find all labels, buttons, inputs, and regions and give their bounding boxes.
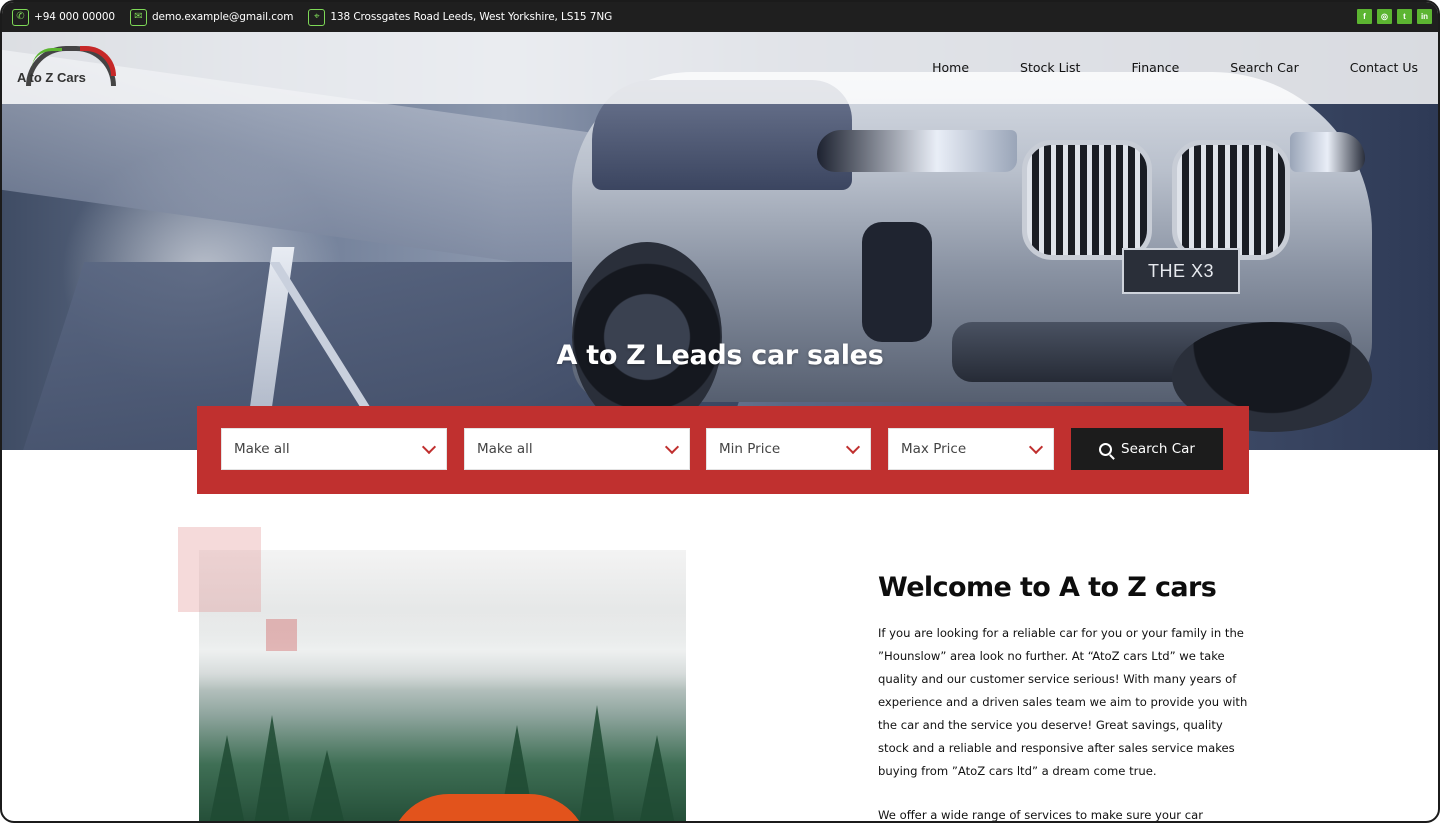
car-search-panel: Make all Make all Min Price Max Price Se… bbox=[197, 406, 1249, 494]
car-headlight bbox=[817, 130, 1017, 172]
decorative-square bbox=[178, 527, 261, 612]
min-price-value: Min Price bbox=[719, 441, 781, 457]
phone-icon: ✆ bbox=[12, 8, 29, 26]
search-icon bbox=[1099, 442, 1113, 456]
nav-contact-us[interactable]: Contact Us bbox=[1350, 60, 1418, 75]
facebook-icon[interactable]: f bbox=[1357, 9, 1372, 24]
tree bbox=[309, 750, 345, 821]
max-price-value: Max Price bbox=[901, 441, 967, 457]
address-contact: ⌖ 138 Crossgates Road Leeds, West Yorksh… bbox=[308, 8, 613, 26]
linkedin-icon[interactable]: in bbox=[1417, 9, 1432, 24]
browser-frame: ✆ +94 000 00000 ✉ demo.example@gmail.com… bbox=[0, 0, 1440, 823]
model-select-value: Make all bbox=[477, 441, 533, 457]
tree bbox=[254, 715, 290, 821]
car-grille bbox=[1172, 140, 1290, 260]
mail-icon: ✉ bbox=[129, 8, 147, 26]
street-address: 138 Crossgates Road Leeds, West Yorkshir… bbox=[330, 11, 613, 23]
search-car-button-label: Search Car bbox=[1121, 441, 1195, 457]
twitter-icon[interactable]: t bbox=[1397, 9, 1412, 24]
hero-car-image: THE X3 bbox=[572, 72, 1372, 432]
license-plate: THE X3 bbox=[1122, 248, 1240, 294]
nav-search-car[interactable]: Search Car bbox=[1230, 60, 1298, 75]
min-price-select[interactable]: Min Price bbox=[706, 428, 871, 470]
instagram-icon[interactable]: ◎ bbox=[1377, 9, 1392, 24]
car-headlight bbox=[1290, 132, 1365, 172]
orange-car-roof bbox=[389, 794, 589, 821]
car-wheel bbox=[572, 242, 722, 432]
location-icon: ⌖ bbox=[308, 8, 326, 26]
email-contact[interactable]: ✉ demo.example@gmail.com bbox=[129, 8, 294, 26]
decorative-square bbox=[266, 619, 297, 651]
search-car-button[interactable]: Search Car bbox=[1071, 428, 1223, 470]
social-links: f ◎ t in bbox=[1357, 9, 1432, 24]
make-select-value: Make all bbox=[234, 441, 290, 457]
model-select[interactable]: Make all bbox=[464, 428, 690, 470]
nav-home[interactable]: Home bbox=[932, 60, 969, 75]
top-contact-bar: ✆ +94 000 00000 ✉ demo.example@gmail.com… bbox=[2, 2, 1438, 32]
car-air-intake bbox=[862, 222, 932, 342]
forest-car-image bbox=[199, 550, 686, 821]
tree bbox=[639, 735, 675, 821]
phone-contact[interactable]: ✆ +94 000 00000 bbox=[12, 8, 115, 26]
car-grille bbox=[1022, 140, 1152, 260]
tree bbox=[579, 705, 615, 821]
site-logo[interactable]: A to Z Cars bbox=[16, 44, 120, 92]
email-address: demo.example@gmail.com bbox=[151, 11, 294, 23]
chevron-down-icon bbox=[845, 439, 861, 455]
phone-number: +94 000 00000 bbox=[34, 11, 115, 23]
logo-text: A to Z Cars bbox=[17, 70, 86, 85]
welcome-paragraph: If you are looking for a reliable car fo… bbox=[878, 626, 1248, 778]
nav-stock-list[interactable]: Stock List bbox=[1020, 60, 1080, 75]
hero-title: A to Z Leads car sales bbox=[556, 340, 884, 371]
services-paragraph: We offer a wide range of services to mak… bbox=[878, 808, 1204, 822]
main-nav: Home Stock List Finance Search Car Conta… bbox=[932, 60, 1418, 75]
welcome-heading: Welcome to A to Z cars bbox=[878, 572, 1217, 603]
max-price-select[interactable]: Max Price bbox=[888, 428, 1054, 470]
chevron-down-icon bbox=[1028, 439, 1044, 455]
nav-finance[interactable]: Finance bbox=[1131, 60, 1179, 75]
chevron-down-icon bbox=[664, 439, 680, 455]
make-select[interactable]: Make all bbox=[221, 428, 447, 470]
chevron-down-icon bbox=[421, 439, 437, 455]
logo-arc-green bbox=[32, 48, 62, 68]
tree bbox=[209, 735, 245, 821]
